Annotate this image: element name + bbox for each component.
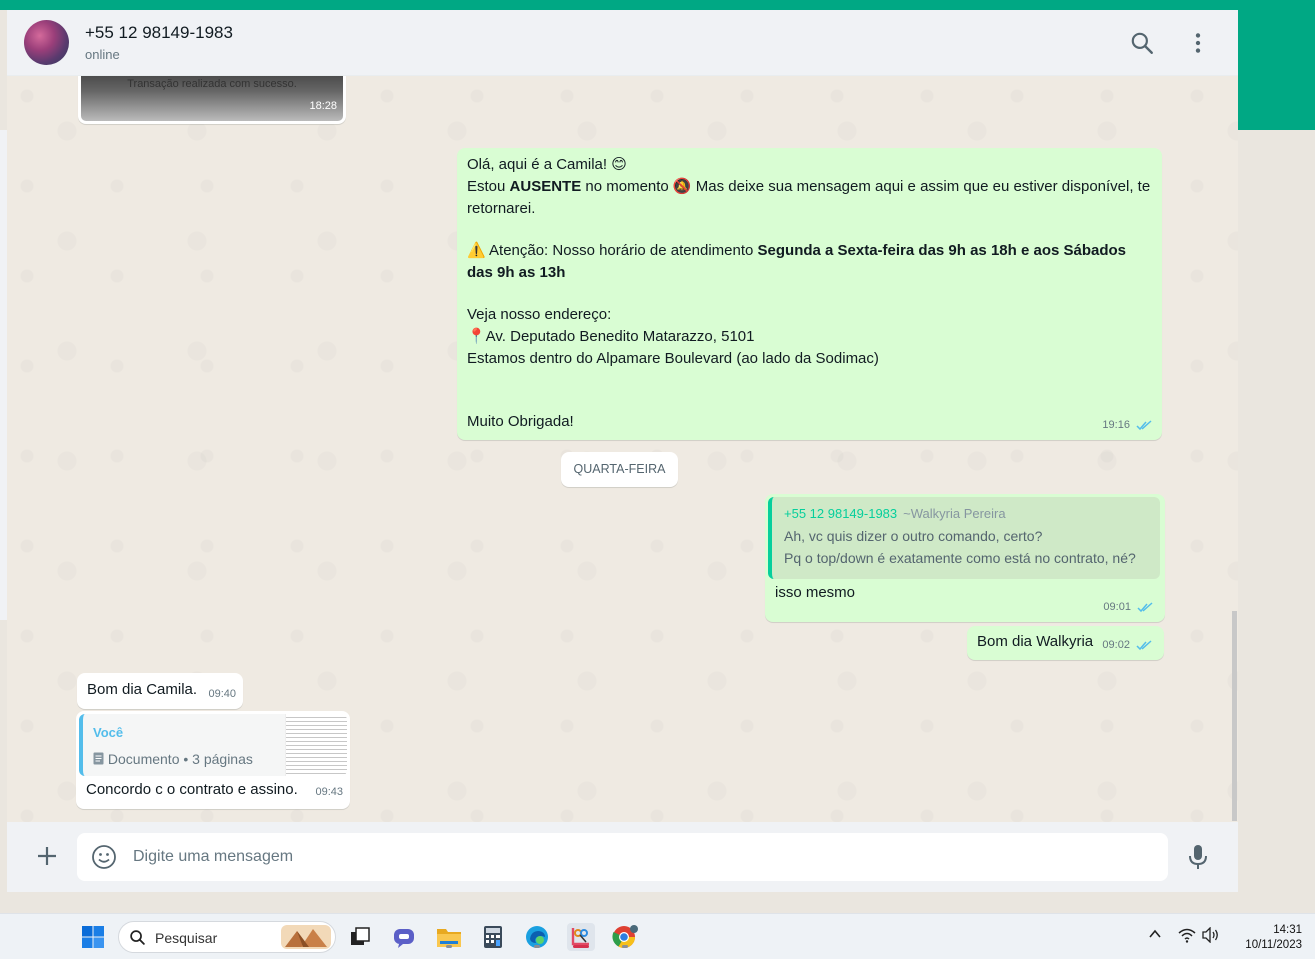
message-time: 19:16 [1102, 414, 1152, 436]
search-icon [130, 930, 145, 945]
taskbar-search[interactable]: Pesquisar [118, 921, 336, 953]
quoted-message[interactable]: +55 12 98149-1983 ~Walkyria Pereira Ah, v… [768, 497, 1160, 579]
file-explorer-icon[interactable] [435, 923, 463, 951]
running-indicator [446, 945, 452, 948]
reply-message[interactable]: +55 12 98149-1983 ~Walkyria Pereira Ah, v… [765, 494, 1165, 622]
contact-name[interactable]: +55 12 98149-1983 [85, 23, 233, 43]
volume-icon[interactable] [1202, 926, 1220, 948]
search-icon[interactable] [1129, 30, 1155, 56]
message-time: 09:01 [1103, 596, 1153, 618]
auto-reply-message[interactable]: Olá, aqui é a Camila! 😊 Estou AUSENTE no… [457, 148, 1162, 440]
quote-line: Pq o top/down é exatamente como está no … [784, 550, 1136, 566]
quote-author: +55 12 98149-1983 [784, 506, 898, 521]
quote-line: Ah, vc quis dizer o outro comando, certo… [784, 528, 1043, 544]
quote-pushname: ~Walkyria Pereira [903, 506, 1006, 521]
message-text: Bom dia Walkyria [977, 633, 1094, 650]
running-indicator [573, 945, 589, 948]
microphone-icon[interactable] [1187, 843, 1209, 871]
message-text: Bom dia Camila. [87, 681, 198, 698]
chat-header: +55 12 98149-1983 online [7, 10, 1238, 76]
avatar[interactable] [24, 20, 69, 65]
message-line: Estamos dentro do Alpamare Boulevard (ao… [467, 350, 879, 367]
side-panel-edge [0, 130, 7, 620]
message-time: 09:02 [1102, 634, 1152, 656]
message-text: isso mesmo [775, 584, 856, 601]
image-message[interactable]: Transação realizada com sucesso. 18:28 [78, 76, 346, 124]
background-accent-panel [1238, 0, 1315, 130]
more-options-icon[interactable] [1185, 30, 1211, 56]
message-line: Muito Obrigada! [467, 413, 574, 430]
clock-date: 10/11/2023 [1245, 939, 1302, 951]
windows-taskbar: Pesquisar 14:31 10/11/2023 [0, 913, 1315, 959]
image-thumbnail[interactable]: Transação realizada com sucesso. 18:28 [81, 76, 343, 121]
chrome-browser-icon[interactable] [611, 923, 639, 951]
day-divider: QUARTA-FEIRA [561, 452, 678, 487]
message-line: Olá, aqui é a Camila! 😊 [467, 156, 627, 173]
background-pane [1238, 130, 1315, 913]
message-input[interactable] [133, 833, 1153, 881]
attach-plus-icon[interactable] [35, 844, 59, 868]
chevron-up-icon[interactable] [1148, 927, 1162, 946]
message-text: Concordo c o contrato e assino. [86, 781, 298, 798]
incoming-message[interactable]: Bom dia Camila. 09:40 [77, 673, 243, 709]
contact-status: online [85, 47, 120, 62]
document-thumbnail[interactable] [285, 714, 347, 776]
start-windows-icon[interactable] [79, 923, 107, 951]
taskbar-search-label: Pesquisar [155, 930, 218, 946]
message-time: 09:40 [208, 688, 236, 700]
message-time: 09:43 [315, 786, 343, 798]
snipping-tool-icon[interactable] [567, 923, 595, 951]
quoted-document[interactable]: Você Documento • 3 páginas [79, 714, 347, 776]
message-composer [7, 822, 1238, 892]
running-indicator [534, 945, 540, 948]
outgoing-message[interactable]: Bom dia Walkyria 09:02 [967, 626, 1164, 660]
wifi-icon[interactable] [1178, 927, 1196, 948]
document-icon [93, 752, 104, 765]
message-input-box[interactable] [77, 833, 1168, 881]
message-line: ⚠️ Atenção: Nosso horário de atendimento… [467, 242, 1127, 281]
running-indicator [622, 945, 628, 948]
edge-browser-icon[interactable] [523, 923, 551, 951]
whatsapp-window: +55 12 98149-1983 online Transação reali… [7, 10, 1238, 892]
clock-time: 14:31 [1273, 924, 1302, 936]
read-ticks-icon [1137, 602, 1153, 612]
top-accent-bar [0, 0, 1315, 10]
read-ticks-icon [1136, 420, 1152, 430]
teams-chat-icon[interactable] [390, 923, 418, 951]
message-line: Estou AUSENTE no momento 🔕 Mas deixe sua… [467, 178, 1151, 217]
message-line: Veja nosso endereço: [467, 306, 612, 323]
read-ticks-icon [1136, 640, 1152, 650]
message-time: 18:28 [309, 100, 337, 112]
document-reply-message[interactable]: Você Documento • 3 páginas Concordo c o … [76, 711, 350, 809]
message-list[interactable]: Transação realizada com sucesso. 18:28 O… [7, 76, 1238, 822]
message-line: 📍Av. Deputado Benedito Matarazzo, 5101 [467, 328, 755, 345]
task-view-icon[interactable] [346, 923, 374, 951]
image-caption: Transação realizada com sucesso. [127, 78, 297, 90]
system-clock[interactable]: 14:31 10/11/2023 [1230, 923, 1302, 953]
document-label: Documento • 3 páginas [107, 751, 253, 767]
scrollbar[interactable] [1232, 611, 1237, 821]
emoji-icon[interactable] [91, 844, 117, 870]
calculator-icon[interactable] [479, 923, 507, 951]
pyramids-icon [281, 925, 331, 949]
